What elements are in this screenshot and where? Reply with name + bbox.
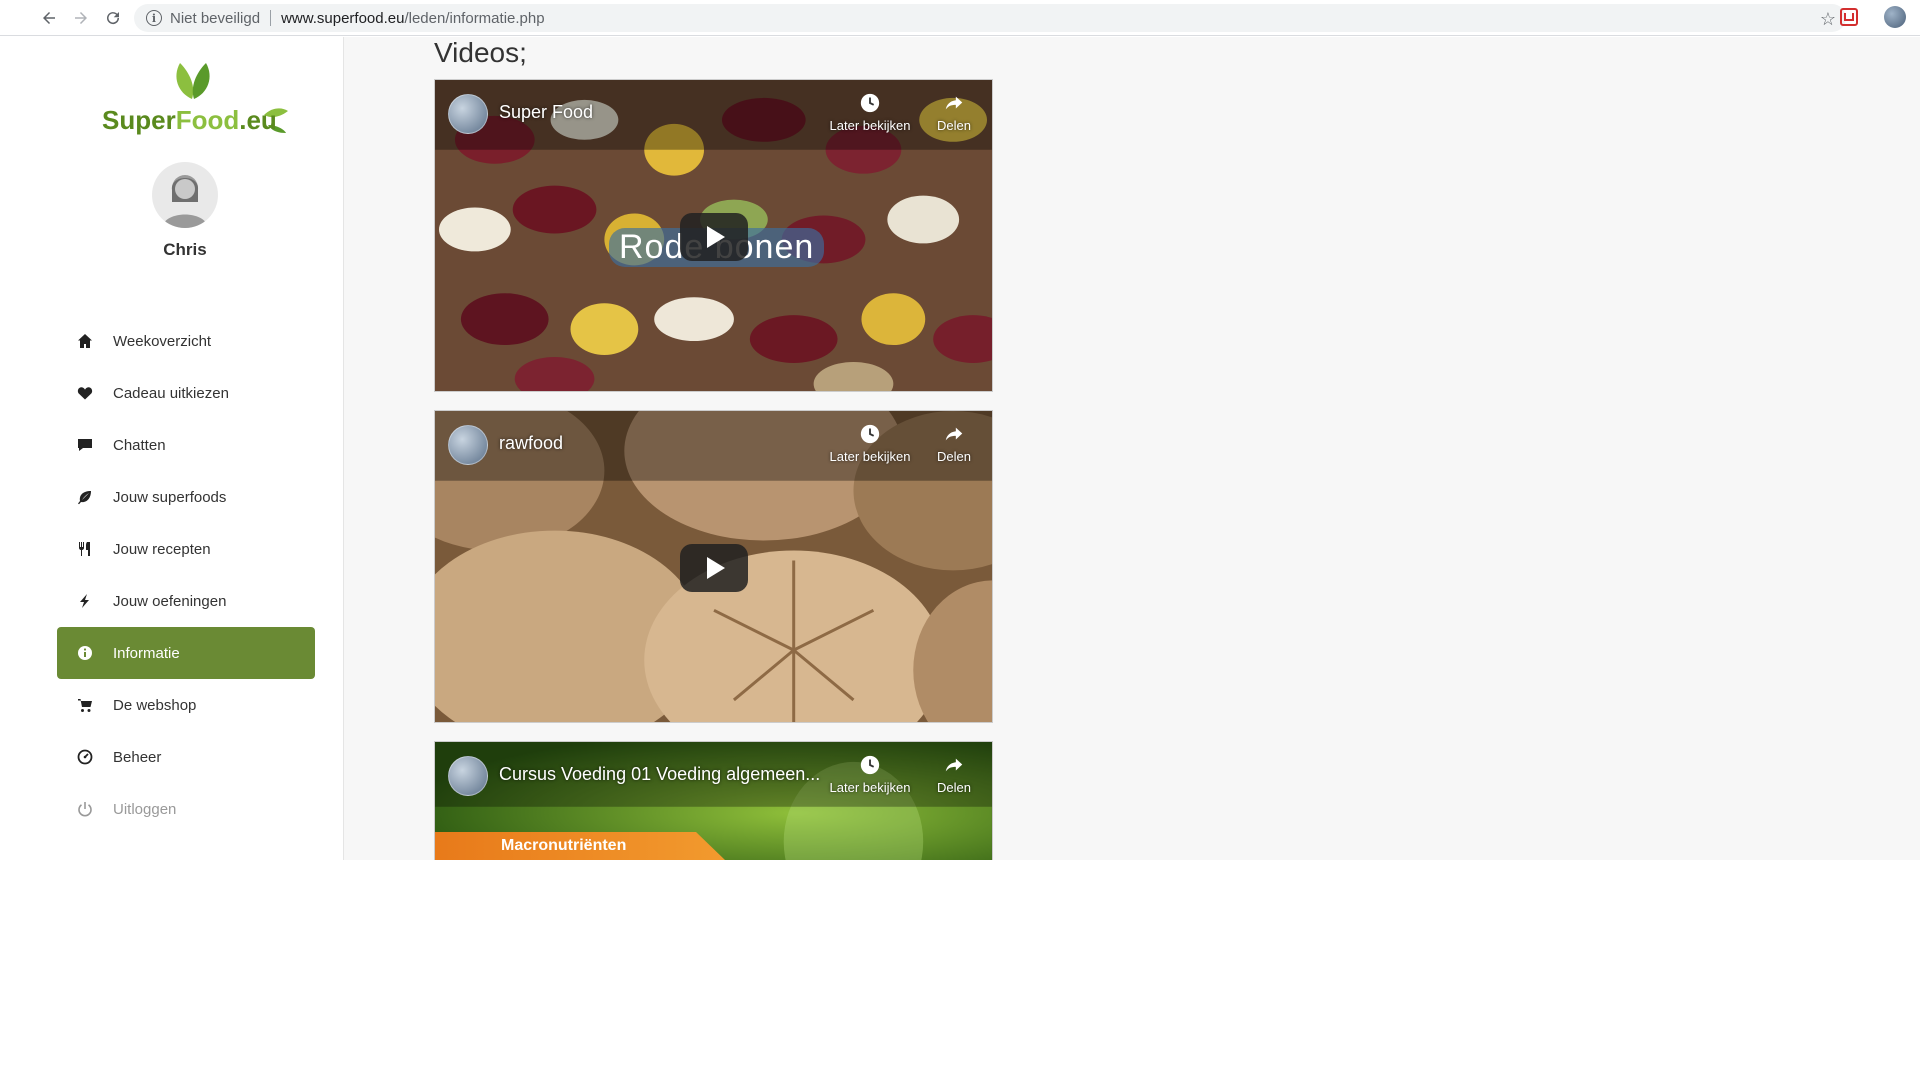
page: SuperFood.eu Chris Weekoverzicht Cadeau … <box>26 37 1920 860</box>
reload-icon[interactable] <box>100 6 126 30</box>
bolt-icon <box>77 593 93 609</box>
video-title[interactable]: Super Food <box>499 102 593 123</box>
watch-later-button[interactable]: Later bekijken <box>825 92 915 133</box>
sidebar-menu: Weekoverzicht Cadeau uitkiezen Chatten J… <box>57 315 315 835</box>
watch-later-label: Later bekijken <box>829 449 911 464</box>
share-label: Delen <box>937 118 971 133</box>
video-title[interactable]: rawfood <box>499 433 563 454</box>
sidebar-item-cadeau[interactable]: Cadeau uitkiezen <box>57 367 315 419</box>
sidebar-item-beheer[interactable]: Beheer <box>57 731 315 783</box>
leaf-icon <box>77 489 93 505</box>
share-arrow-icon <box>945 758 963 772</box>
watch-later-button[interactable]: Later bekijken <box>825 754 915 795</box>
sidebar-item-label: Chatten <box>113 436 166 454</box>
share-button[interactable]: Delen <box>929 423 979 464</box>
sidebar-item-weekoverzicht[interactable]: Weekoverzicht <box>57 315 315 367</box>
video-player-cursus-voeding[interactable]: Macronutriënten Cursus Voeding 01 Voedin… <box>434 741 993 860</box>
channel-avatar-icon[interactable] <box>448 756 488 796</box>
profile-avatar-icon[interactable] <box>1884 6 1906 28</box>
url-host: www.superfood.eu <box>281 9 405 27</box>
sidebar-item-label: Weekoverzicht <box>113 332 212 350</box>
star-icon[interactable]: ☆ <box>1820 9 1836 30</box>
sidebar-item-informatie[interactable]: Informatie <box>57 627 315 679</box>
share-button[interactable]: Delen <box>929 92 979 133</box>
channel-avatar-icon[interactable] <box>448 94 488 134</box>
sidebar-item-label: Cadeau uitkiezen <box>113 384 229 402</box>
sidebar-item-label: De webshop <box>113 696 197 714</box>
sidebar-item-oefeningen[interactable]: Jouw oefeningen <box>57 575 315 627</box>
sidebar-item-label: Jouw superfoods <box>113 488 227 506</box>
power-icon <box>77 801 93 817</box>
user-name: Chris <box>163 240 207 259</box>
share-arrow-icon <box>945 96 963 110</box>
info-circle-icon <box>77 645 93 661</box>
cutlery-icon <box>77 541 93 557</box>
channel-avatar-icon[interactable] <box>448 425 488 465</box>
url-path: /leden/informatie.php <box>404 9 545 27</box>
share-label: Delen <box>937 780 971 795</box>
address-bar[interactable]: i Niet beveiligd www.superfood.eu/leden/… <box>134 4 1846 32</box>
sidebar-item-webshop[interactable]: De webshop <box>57 679 315 731</box>
share-arrow-icon <box>945 427 963 441</box>
share-label: Delen <box>937 449 971 464</box>
sidebar-item-chatten[interactable]: Chatten <box>57 419 315 471</box>
sidebar: SuperFood.eu Chris Weekoverzicht Cadeau … <box>26 37 344 860</box>
heart-icon <box>77 385 93 401</box>
page-title: Videos; <box>434 37 527 68</box>
clock-icon <box>860 424 880 444</box>
sidebar-item-recepten[interactable]: Jouw recepten <box>57 523 315 575</box>
home-icon <box>77 333 93 349</box>
divider <box>270 10 272 26</box>
sidebar-item-label: Informatie <box>113 644 180 662</box>
play-button[interactable] <box>680 213 748 261</box>
avatar[interactable] <box>152 162 218 228</box>
cart-icon <box>77 697 93 713</box>
share-button[interactable]: Delen <box>929 754 979 795</box>
clock-icon <box>860 93 880 113</box>
chat-icon <box>77 437 93 453</box>
security-label: Niet beveiligd <box>170 9 261 27</box>
browser-toolbar: i Niet beveiligd www.superfood.eu/leden/… <box>0 0 1920 36</box>
video-player-rawfood[interactable]: rawfood Later bekijken Delen <box>434 410 993 723</box>
sidebar-item-uitloggen[interactable]: Uitloggen <box>57 783 315 835</box>
sidebar-item-label: Beheer <box>113 748 162 766</box>
watch-later-label: Later bekijken <box>829 118 911 133</box>
watch-later-label: Later bekijken <box>829 780 911 795</box>
sidebar-item-label: Jouw oefeningen <box>113 592 227 610</box>
sidebar-item-superfoods[interactable]: Jouw superfoods <box>57 471 315 523</box>
back-arrow-icon[interactable] <box>36 6 62 30</box>
extension-icon[interactable] <box>1840 8 1858 26</box>
sidebar-item-label: Uitloggen <box>113 800 177 818</box>
video-title[interactable]: Cursus Voeding 01 Voeding algemeen... <box>499 764 820 785</box>
info-icon[interactable]: i <box>146 10 162 26</box>
forward-arrow-icon[interactable] <box>68 6 94 30</box>
play-button[interactable] <box>680 544 748 592</box>
watch-later-button[interactable]: Later bekijken <box>825 423 915 464</box>
clock-icon <box>860 755 880 775</box>
superfood-logo[interactable]: SuperFood.eu <box>92 59 292 139</box>
video-banner: Macronutriënten <box>435 832 725 860</box>
video-player-super-food[interactable]: Rode bonen Super Food Later bekijken Del… <box>434 79 993 392</box>
svg-text:SuperFood.eu: SuperFood.eu <box>102 105 277 135</box>
dashboard-icon <box>77 749 93 765</box>
sidebar-item-label: Jouw recepten <box>113 540 211 558</box>
